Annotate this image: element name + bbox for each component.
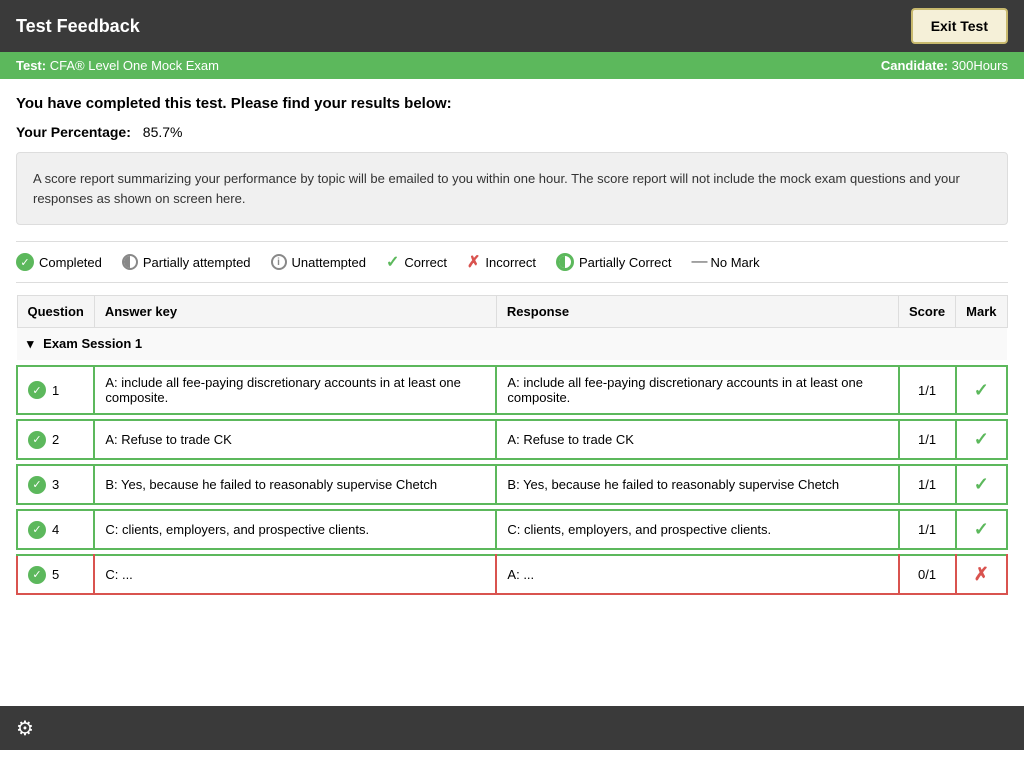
question-number: 1 xyxy=(52,383,59,398)
answer-key-cell: C: clients, employers, and prospective c… xyxy=(94,510,496,549)
response-cell: A: Refuse to trade CK xyxy=(496,420,898,459)
answer-key-cell: A: include all fee-paying discretionary … xyxy=(94,366,496,414)
legend-partially-attempted-label: Partially attempted xyxy=(143,255,251,270)
question-number: 3 xyxy=(52,477,59,492)
correct-mark-icon: ✓ xyxy=(974,429,989,449)
mark-cell: ✓ xyxy=(956,510,1007,549)
mark-cell: ✗ xyxy=(956,555,1007,594)
row-status-icon: ✓ xyxy=(28,476,46,494)
answer-key-cell: B: Yes, because he failed to reasonably … xyxy=(94,465,496,504)
mark-cell: ✓ xyxy=(956,465,1007,504)
session-row: ▾ Exam Session 1 xyxy=(17,328,1007,361)
completed-icon: ✓ xyxy=(16,253,34,271)
legend-completed-label: Completed xyxy=(39,255,102,270)
table-header-row: Question Answer key Response Score Mark xyxy=(17,296,1007,328)
legend-incorrect-label: Incorrect xyxy=(485,255,536,270)
no-mark-icon: — xyxy=(691,253,705,271)
mark-cell: ✓ xyxy=(956,420,1007,459)
app-title: Test Feedback xyxy=(16,16,140,37)
legend-partially-correct: Partially Correct xyxy=(556,253,671,271)
correct-icon: ✓ xyxy=(386,252,399,272)
candidate-section: Candidate: 300Hours xyxy=(881,58,1008,73)
row-status-icon: ✓ xyxy=(28,431,46,449)
response-cell: C: clients, employers, and prospective c… xyxy=(496,510,898,549)
app-header: Test Feedback Exit Test xyxy=(0,0,1024,52)
exit-test-button[interactable]: Exit Test xyxy=(911,8,1008,44)
partially-attempted-icon xyxy=(122,254,138,270)
score-cell: 1/1 xyxy=(899,465,956,504)
question-cell: ✓2 xyxy=(17,420,94,459)
response-cell: A: include all fee-paying discretionary … xyxy=(496,366,898,414)
table-row: ✓2A: Refuse to trade CKA: Refuse to trad… xyxy=(17,420,1007,459)
info-message: A score report summarizing your performa… xyxy=(33,171,960,206)
col-answer-key: Answer key xyxy=(94,296,496,328)
table-row: ✓3B: Yes, because he failed to reasonabl… xyxy=(17,465,1007,504)
answer-key-cell: C: ... xyxy=(94,555,496,594)
test-name-section: Test: CFA® Level One Mock Exam xyxy=(16,58,219,73)
legend-unattempted: i Unattempted xyxy=(271,254,366,270)
percentage-value: 85.7% xyxy=(143,124,183,140)
legend-no-mark: — No Mark xyxy=(691,253,759,271)
col-mark: Mark xyxy=(956,296,1007,328)
info-box: A score report summarizing your performa… xyxy=(16,152,1008,225)
settings-icon[interactable]: ⚙ xyxy=(16,716,34,741)
response-cell: A: ... xyxy=(496,555,898,594)
candidate-label: Candidate: xyxy=(881,58,948,73)
correct-mark-icon: ✓ xyxy=(974,380,989,400)
question-number: 2 xyxy=(52,432,59,447)
row-status-icon: ✓ xyxy=(28,381,46,399)
legend-no-mark-label: No Mark xyxy=(710,255,759,270)
col-question: Question xyxy=(17,296,94,328)
score-cell: 1/1 xyxy=(899,510,956,549)
score-cell: 0/1 xyxy=(899,555,956,594)
test-label: Test: xyxy=(16,58,46,73)
session-name: ▾ Exam Session 1 xyxy=(17,328,1007,361)
row-status-icon: ✓ xyxy=(28,521,46,539)
score-cell: 1/1 xyxy=(899,366,956,414)
app-footer: ⚙ xyxy=(0,706,1024,750)
test-bar: Test: CFA® Level One Mock Exam Candidate… xyxy=(0,52,1024,79)
col-response: Response xyxy=(496,296,898,328)
main-content: You have completed this test. Please fin… xyxy=(0,79,1024,706)
completion-message: You have completed this test. Please fin… xyxy=(16,95,1008,112)
percentage-line: Your Percentage: 85.7% xyxy=(16,124,1008,140)
incorrect-mark-icon: ✗ xyxy=(974,564,989,584)
answer-key-cell: A: Refuse to trade CK xyxy=(94,420,496,459)
question-cell: ✓5 xyxy=(17,555,94,594)
question-cell: ✓1 xyxy=(17,366,94,414)
col-score: Score xyxy=(899,296,956,328)
legend-correct: ✓ Correct xyxy=(386,252,447,272)
question-number: 4 xyxy=(52,522,59,537)
response-cell: B: Yes, because he failed to reasonably … xyxy=(496,465,898,504)
candidate-name: 300Hours xyxy=(952,58,1008,73)
question-cell: ✓4 xyxy=(17,510,94,549)
table-row: ✓5C: ...A: ...0/1✗ xyxy=(17,555,1007,594)
legend-incorrect: ✗ Incorrect xyxy=(467,252,536,272)
question-cell: ✓3 xyxy=(17,465,94,504)
correct-mark-icon: ✓ xyxy=(974,519,989,539)
question-number: 5 xyxy=(52,567,59,582)
legend-partially-attempted: Partially attempted xyxy=(122,254,251,270)
table-row: ✓1A: include all fee-paying discretionar… xyxy=(17,366,1007,414)
legend-partially-correct-label: Partially Correct xyxy=(579,255,671,270)
incorrect-icon: ✗ xyxy=(467,252,480,272)
row-status-icon: ✓ xyxy=(28,566,46,584)
score-cell: 1/1 xyxy=(899,420,956,459)
test-name: CFA® Level One Mock Exam xyxy=(50,58,219,73)
correct-mark-icon: ✓ xyxy=(974,474,989,494)
mark-cell: ✓ xyxy=(956,366,1007,414)
chevron-down-icon: ▾ xyxy=(27,336,34,351)
unattempted-icon: i xyxy=(271,254,287,270)
legend-correct-label: Correct xyxy=(404,255,447,270)
percentage-label: Your Percentage: xyxy=(16,124,131,140)
legend-completed: ✓ Completed xyxy=(16,253,102,271)
partially-correct-icon xyxy=(556,253,574,271)
table-row: ✓4C: clients, employers, and prospective… xyxy=(17,510,1007,549)
results-table: Question Answer key Response Score Mark … xyxy=(16,295,1008,595)
legend: ✓ Completed Partially attempted i Unatte… xyxy=(16,241,1008,283)
legend-unattempted-label: Unattempted xyxy=(292,255,366,270)
